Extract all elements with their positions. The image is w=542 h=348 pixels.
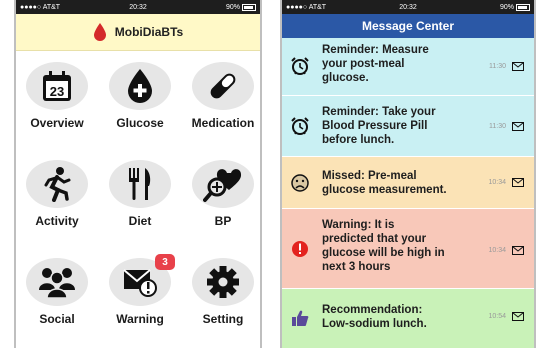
tile-warning[interactable]: 3 Warning bbox=[99, 252, 181, 338]
tile-activity-circle bbox=[26, 160, 88, 208]
clock-label: 20:32 bbox=[399, 3, 417, 11]
battery-indicator: 90% bbox=[499, 3, 530, 11]
mail-icon[interactable] bbox=[512, 122, 524, 131]
tile-medication-label: Medication bbox=[191, 116, 255, 130]
message-text: Reminder: Measure your post-meal glucose… bbox=[322, 44, 429, 84]
tile-setting-label: Setting bbox=[202, 312, 244, 326]
tile-setting[interactable]: Setting bbox=[182, 252, 264, 338]
mail-icon[interactable] bbox=[512, 178, 524, 187]
thumbs-up-icon bbox=[292, 310, 309, 326]
battery-icon bbox=[242, 3, 256, 11]
status-bar: ●●●●○ AT&T 20:32 90% bbox=[16, 0, 260, 14]
heart-magnifier-icon bbox=[203, 169, 242, 202]
pill-icon bbox=[210, 73, 236, 99]
tile-social-circle bbox=[26, 258, 88, 306]
message-list: Reminder: Measure your post-meal glucose… bbox=[282, 38, 534, 348]
message-time: 10:34 bbox=[488, 247, 506, 254]
tile-medication-circle bbox=[192, 62, 254, 110]
message-text: Warning: It is predicted that your gluco… bbox=[322, 219, 445, 273]
clock-label: 20:32 bbox=[129, 3, 147, 11]
message-item[interactable]: Reminder: Take your Blood Pressure Pill … bbox=[282, 96, 534, 157]
message-item[interactable]: Missed: Pre-meal glucose measurement. 10… bbox=[282, 157, 534, 209]
message-item[interactable]: Reminder: Measure your post-meal glucose… bbox=[282, 38, 534, 96]
tile-social-label: Social bbox=[39, 312, 75, 326]
message-center-header: Message Center bbox=[282, 14, 534, 38]
battery-indicator: 90% bbox=[225, 3, 256, 11]
blood-drop-logo-icon bbox=[93, 23, 106, 41]
message-text: Reminder: Take your Blood Pressure Pill … bbox=[322, 106, 436, 146]
app-header: MobiDiaBTs bbox=[16, 14, 260, 51]
group-people-icon bbox=[39, 268, 75, 299]
tile-overview[interactable]: 23 Overview bbox=[16, 56, 98, 142]
menu-grid: 23 Overview Glucose Medication Activity … bbox=[16, 50, 260, 348]
battery-label: 90% bbox=[225, 3, 240, 11]
message-time: 11:30 bbox=[489, 63, 506, 70]
message-time: 10:34 bbox=[488, 179, 506, 186]
tile-bp[interactable]: BP bbox=[182, 154, 264, 240]
page-title: Message Center bbox=[361, 19, 455, 33]
app-title: MobiDiaBTs bbox=[114, 25, 184, 39]
sad-face-icon bbox=[291, 174, 309, 192]
exclamation-circle-icon bbox=[292, 241, 308, 257]
fork-knife-icon bbox=[129, 168, 151, 200]
running-person-icon bbox=[44, 167, 71, 202]
battery-icon bbox=[516, 3, 530, 11]
tile-bp-circle bbox=[192, 160, 254, 208]
warning-count-badge: 3 bbox=[155, 254, 175, 270]
mail-icon[interactable] bbox=[512, 246, 524, 255]
gear-icon bbox=[207, 266, 239, 298]
warning-mail-icon bbox=[123, 269, 157, 297]
phone-main-menu: ●●●●○ AT&T 20:32 90% MobiDiaBTs 23 Overv… bbox=[14, 0, 262, 348]
blood-drop-plus-icon bbox=[128, 69, 152, 103]
tile-glucose-label: Glucose bbox=[116, 116, 164, 130]
phone-message-center: ●●●●○ AT&T 20:32 90% Message Center Remi… bbox=[280, 0, 536, 348]
tile-diet-circle bbox=[109, 160, 171, 208]
message-item[interactable]: Recommendation: Low-sodium lunch. 10:54 bbox=[282, 289, 534, 348]
calendar-icon: 23 bbox=[43, 71, 71, 101]
tile-activity-label: Activity bbox=[35, 214, 79, 228]
tile-overview-circle: 23 bbox=[26, 62, 88, 110]
message-text: Recommendation: Low-sodium lunch. bbox=[322, 304, 427, 330]
tile-glucose-circle bbox=[109, 62, 171, 110]
message-time: 11:30 bbox=[489, 123, 506, 130]
tile-glucose[interactable]: Glucose bbox=[99, 56, 181, 142]
tile-setting-circle bbox=[192, 258, 254, 306]
tile-bp-label: BP bbox=[214, 214, 232, 228]
mail-icon[interactable] bbox=[512, 312, 524, 321]
battery-label: 90% bbox=[499, 3, 514, 11]
message-text: Missed: Pre-meal glucose measurement. bbox=[322, 170, 447, 196]
alarm-clock-icon bbox=[291, 57, 309, 75]
tile-warning-label: Warning bbox=[116, 312, 164, 326]
status-bar: ●●●●○ AT&T 20:32 90% bbox=[282, 0, 534, 14]
tile-activity[interactable]: Activity bbox=[16, 154, 98, 240]
tile-overview-label: Overview bbox=[30, 116, 84, 130]
calendar-day-text: 23 bbox=[50, 84, 64, 99]
tile-medication[interactable]: Medication bbox=[182, 56, 264, 142]
tile-diet[interactable]: Diet bbox=[99, 154, 181, 240]
alarm-clock-icon bbox=[291, 117, 309, 135]
message-item[interactable]: Warning: It is predicted that your gluco… bbox=[282, 209, 534, 289]
tile-social[interactable]: Social bbox=[16, 252, 98, 338]
mail-icon[interactable] bbox=[512, 62, 524, 71]
tile-diet-label: Diet bbox=[128, 214, 152, 228]
message-time: 10:54 bbox=[488, 313, 506, 320]
